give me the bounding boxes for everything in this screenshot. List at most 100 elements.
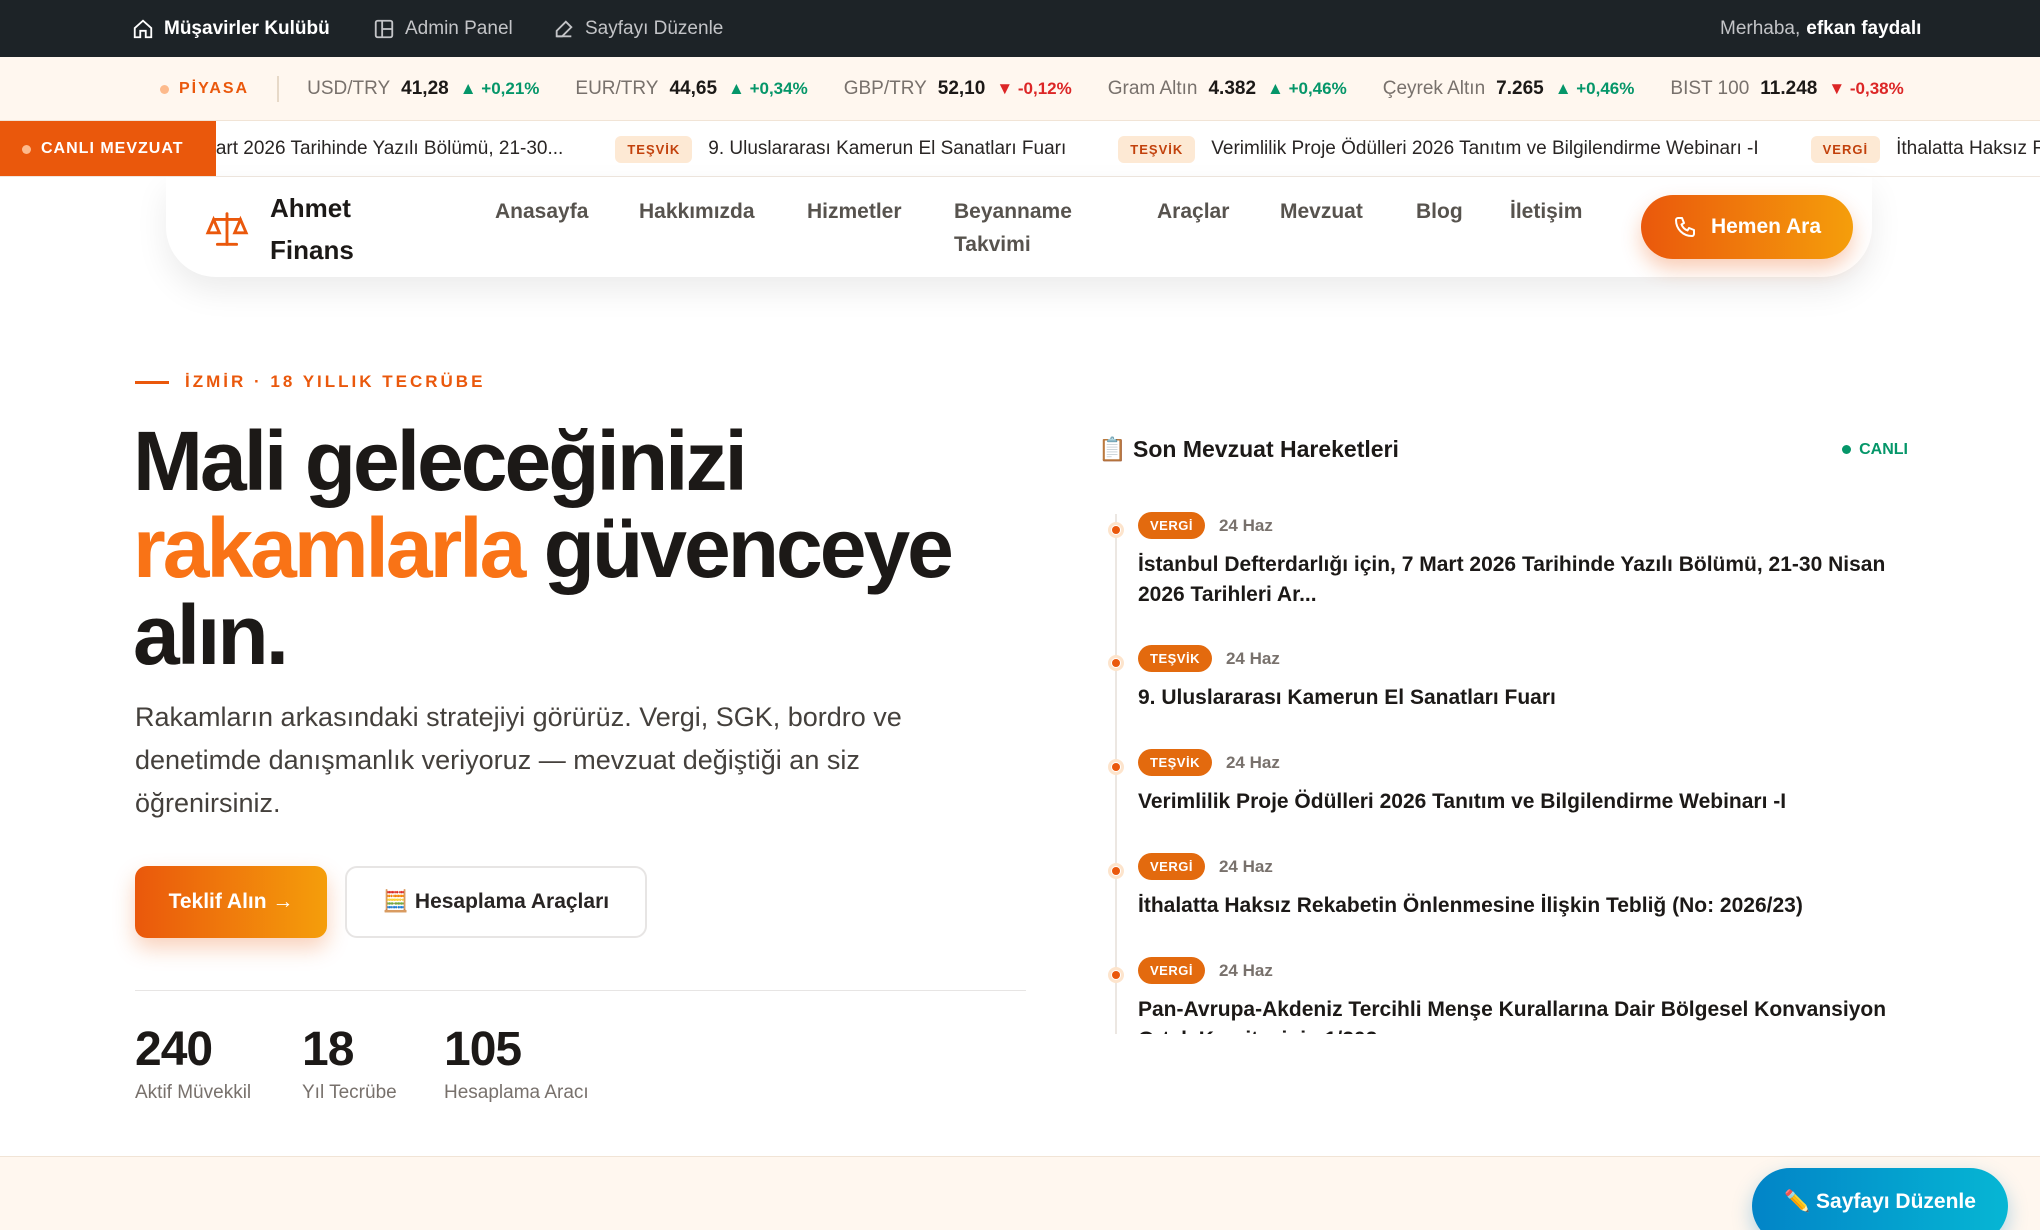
stat-tools: 105 Hesaplama Aracı xyxy=(444,1022,589,1104)
ticker-item: USD/TRY 41,28 ▲ +0,21% xyxy=(307,78,539,100)
ticker-item-label: Gram Altın xyxy=(1107,78,1198,99)
site-home-link[interactable]: Müşavirler Kulübü xyxy=(132,0,330,57)
ticker-item-change: ▼ -0,12% xyxy=(996,79,1072,98)
greeting-text: Merhaba, xyxy=(1720,17,1801,39)
logo[interactable]: Ahmet Finans xyxy=(204,187,380,271)
stat-experience: 18 Yıl Tecrübe xyxy=(302,1022,397,1104)
live-strip-tag: TEŞVİK xyxy=(615,135,693,163)
user-greeting[interactable]: Merhaba, efkan faydalı xyxy=(1720,0,1921,57)
live-strip-tag: TEŞVİK xyxy=(1118,135,1196,163)
ticker-item-label: BIST 100 xyxy=(1670,78,1750,99)
admin-bar: Müşavirler Kulübü Admin Panel Sayfayı Dü… xyxy=(0,0,2040,57)
stats-divider xyxy=(135,990,1026,991)
timeline-marker xyxy=(1108,759,1124,775)
live-strip-tag: VERGİ xyxy=(1810,135,1881,163)
call-now-button[interactable]: Hemen Ara xyxy=(1641,195,1853,259)
stat-clients-value: 240 xyxy=(135,1023,213,1076)
feed-entry-meta: VERGİ 24 Haz xyxy=(1138,853,1273,880)
ticker-item-value: 44,65 xyxy=(669,78,718,99)
live-strip-item[interactable]: VERGİ İthalatta Haksız Rekabetin Önlenmes… xyxy=(1810,135,2040,163)
feed-entry-title: Verimlilik Proje Ödülleri 2026 Tanıtım v… xyxy=(1138,790,1787,813)
nav-link-hizmetler[interactable]: Hizmetler xyxy=(807,195,902,228)
hero-title: Mali geleceğinizi rakamlarla güvenceye a… xyxy=(133,418,1033,679)
stat-tools-value: 105 xyxy=(444,1023,522,1076)
timeline-marker xyxy=(1108,655,1124,671)
nav-link-mevzuat[interactable]: Mevzuat xyxy=(1280,195,1363,228)
nav-link-araclar[interactable]: Araçlar xyxy=(1157,195,1229,228)
ticker-item-label: EUR/TRY xyxy=(575,78,659,99)
timeline-marker xyxy=(1108,522,1124,538)
get-quote-button[interactable]: Teklif Alın → xyxy=(135,866,327,938)
stat-experience-value: 18 xyxy=(302,1023,354,1076)
timeline-marker xyxy=(1108,863,1124,879)
feed-entry-meta: VERGİ 24 Haz xyxy=(1138,957,1273,984)
ticker-label: PİYASA xyxy=(160,76,280,102)
main-nav: Ahmet Finans Anasayfa Hakkımızda Hizmetl… xyxy=(166,177,1872,277)
feed-entry-tag: TEŞVİK xyxy=(1138,645,1212,672)
ticker-item: Çeyrek Altın 7.265 ▲ +0,46% xyxy=(1383,78,1635,100)
eyebrow-line xyxy=(135,380,169,384)
calculation-tools-button[interactable]: 🧮 Hesaplama Araçları xyxy=(345,866,647,938)
ticker-item-value: 11.248 xyxy=(1760,78,1818,99)
feed-live-label: CANLI xyxy=(1859,440,1908,458)
timeline-marker xyxy=(1108,967,1124,983)
ticker-label-text: PİYASA xyxy=(179,80,250,97)
hero-lead: Rakamların arkasındaki stratejiyi görürü… xyxy=(135,702,902,818)
feed-live-indicator: CANLI xyxy=(1842,441,1908,459)
feed-entry-title: İthalatta Haksız Rekabetin Önlenmesine İ… xyxy=(1138,894,1803,917)
feed-entry-title: Pan-Avrupa-Akdeniz Tercihli Menşe Kurall… xyxy=(1138,998,1887,1034)
dashboard-icon xyxy=(374,19,394,38)
feed-entry-tag: VERGİ xyxy=(1138,957,1205,984)
ticker-item-change: ▲ +0,46% xyxy=(1554,79,1635,98)
edit-page-label: Sayfayı Düzenle xyxy=(585,17,724,39)
live-strip-item[interactable]: TEŞVİK Verimlilik Proje Ödülleri 2026 Tan… xyxy=(1118,135,1759,163)
market-ticker: PİYASA USD/TRY 41,28 ▲ +0,21% EUR/TRY 44,65 ▲… xyxy=(0,57,2040,121)
edit-page-link[interactable]: Sayfayı Düzenle xyxy=(553,0,723,57)
hero-title-line3: alın. xyxy=(133,588,289,682)
ticker-item-label: GBP/TRY xyxy=(843,78,927,99)
hero-eyebrow: İZMİR · 18 YILLIK TECRÜBE xyxy=(135,372,485,392)
live-strip-text: İthalatta Haksız Rekabetin Önlenmesine İ… xyxy=(1896,138,2040,159)
live-strip-text: Verimlilik Proje Ödülleri 2026 Tanıtım v… xyxy=(1211,138,1759,159)
feed-entry-title: 9. Uluslararası Kamerun El Sanatları Fua… xyxy=(1138,686,1556,709)
feed-entry-date: 24 Haz xyxy=(1225,648,1280,668)
nav-link-blog[interactable]: Blog xyxy=(1416,195,1463,228)
nav-link-anasayfa[interactable]: Anasayfa xyxy=(495,195,588,228)
ticker-item-value: 41,28 xyxy=(401,78,449,99)
site-name: Müşavirler Kulübü xyxy=(164,17,330,39)
nav-link-hakkimizda[interactable]: Hakkımızda xyxy=(639,195,755,228)
ticker-item-change: ▲ +0,21% xyxy=(459,79,540,98)
live-strip-item[interactable]: TEŞVİK 9. Uluslararası Kamerun El Sanatla… xyxy=(615,135,1066,163)
feed-entry-title: İstanbul Defterdarlığı için, 7 Mart 2026… xyxy=(1138,553,1886,606)
feed-entry-date: 24 Haz xyxy=(1225,752,1280,772)
feed-entry-meta: VERGİ 24 Haz xyxy=(1138,512,1273,539)
username: efkan faydalı xyxy=(1806,17,1922,39)
admin-panel-link[interactable]: Admin Panel xyxy=(373,0,513,57)
feed-entry-tag: VERGİ xyxy=(1138,853,1205,880)
ticker-item: GBP/TRY 52,10 ▼ -0,12% xyxy=(844,78,1072,100)
feed-header: 📋 Son Mevzuat Hareketleri CANLI xyxy=(1098,436,1908,463)
hero-title-line1: Mali geleceğinizi xyxy=(133,414,748,508)
feed-entry-meta: TEŞVİK 24 Haz xyxy=(1138,645,1280,672)
live-strip-item[interactable]: Mart 2026 Tarihinde Yazılı Bölümü, 21-30… xyxy=(200,138,563,160)
next-section-band xyxy=(0,1156,2040,1230)
ticker-item-label: Çeyrek Altın xyxy=(1382,78,1486,99)
feed-entry-date: 24 Haz xyxy=(1218,515,1273,535)
feed-title: 📋 Son Mevzuat Hareketleri xyxy=(1098,436,1399,462)
nav-link-iletisim[interactable]: İletişim xyxy=(1510,195,1582,228)
edit-page-fab[interactable]: ✏️ Sayfayı Düzenle xyxy=(1752,1168,2008,1230)
live-dot-icon xyxy=(22,144,31,154)
feed-entry-date: 24 Haz xyxy=(1218,856,1273,876)
edit-icon xyxy=(555,19,573,37)
hero-title-accent: rakamlarla xyxy=(133,501,526,595)
ticker-item-value: 4.382 xyxy=(1208,78,1257,99)
ticker-item-change: ▲ +0,46% xyxy=(1267,79,1347,98)
live-badge: CANLI MEVZUAT xyxy=(0,121,216,176)
ticker-item-value: 52,10 xyxy=(937,78,986,99)
nav-link-beyanname-takvimi[interactable]: Beyanname Takvimi xyxy=(954,195,1094,261)
admin-panel-label: Admin Panel xyxy=(405,17,513,39)
ticker-item: Gram Altın 4.382 ▲ +0,46% xyxy=(1108,78,1347,100)
stat-experience-label: Yıl Tecrübe xyxy=(302,1082,397,1103)
call-now-label: Hemen Ara xyxy=(1710,215,1822,238)
phone-icon xyxy=(1674,217,1695,237)
